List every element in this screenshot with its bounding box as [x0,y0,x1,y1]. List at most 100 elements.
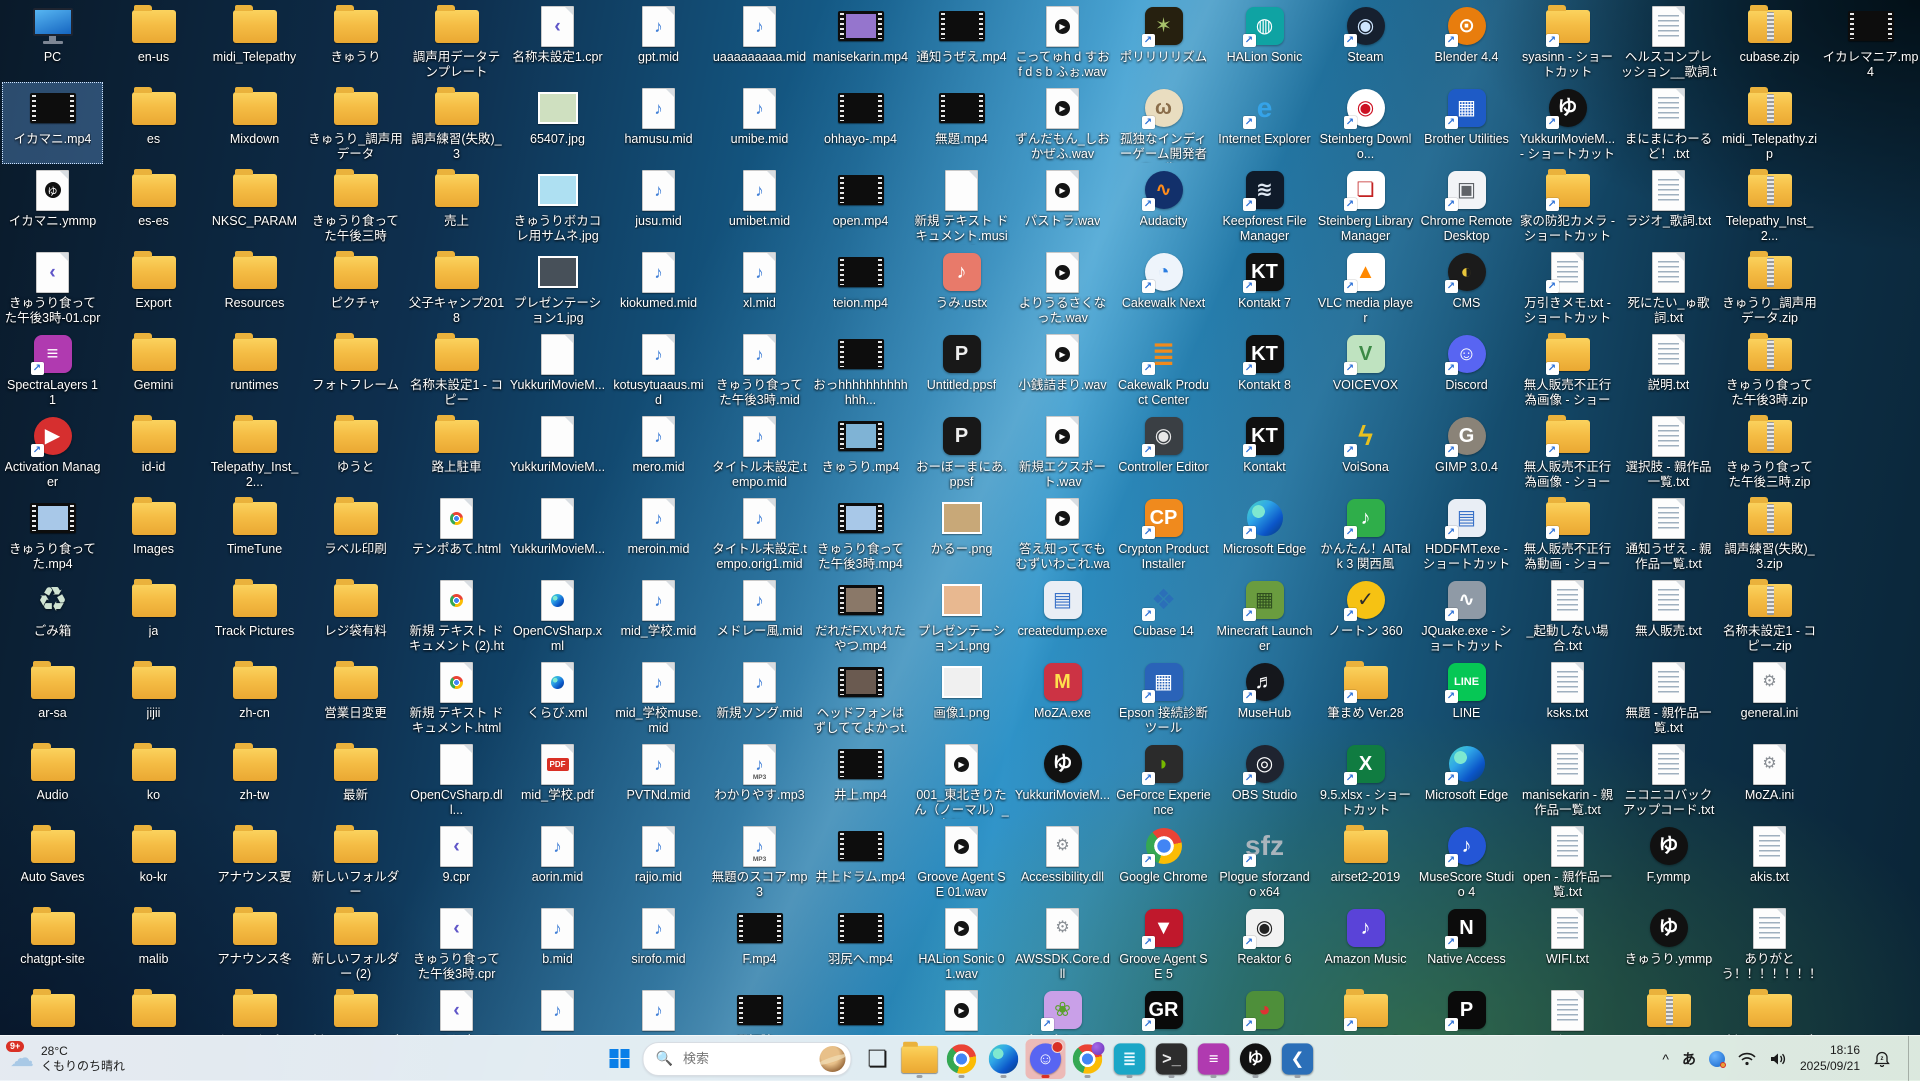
desktop-icon[interactable]: cubase.zip [1719,0,1820,82]
desktop-icon[interactable]: ⚙Accessibility.dll [1012,820,1113,902]
desktop-icon[interactable]: ◉↗Steinberg Downlo... [1315,82,1416,164]
desktop-icon[interactable]: ◍↗HALion Sonic [1214,0,1315,82]
desktop-icon[interactable]: プレゼンテーション1.jpg [507,246,608,328]
taskbar-app-yukkuri-moviemaker[interactable]: ゆ [1236,1039,1276,1079]
desktop-icon[interactable]: KT↗Kontakt 7 [1214,246,1315,328]
desktop-icon[interactable]: ゆF.ymmp [1618,820,1719,902]
desktop-icon[interactable]: ゆうと [305,410,406,492]
desktop-icon[interactable]: ♬↗MuseHub [1214,656,1315,738]
desktop-icon[interactable]: zh-tw [204,738,305,820]
desktop-icon[interactable]: ↗...ショートカ [1315,984,1416,1035]
desktop-icon[interactable]: ♪mero.mid [608,410,709,492]
desktop-icon[interactable]: ω↗孤独なインディーゲーム開発者の一生... [1113,82,1214,164]
desktop-icon[interactable]: ♪タイトル未設定.tempo.orig1.mid [709,492,810,574]
desktop-icon[interactable]: ♪きゅうり食ってた午後3時.mid [709,328,810,410]
desktop-icon[interactable]: open - 親作品一覧.txt [1517,820,1618,902]
desktop-icon[interactable]: ◎↗OBS Studio [1214,738,1315,820]
desktop-icon[interactable]: ♪↗かんたん！AITalk 3 関西風 [1315,492,1416,574]
desktop-icon[interactable]: ↗万引きメモ.txt - ショートカット [1517,246,1618,328]
desktop-icon[interactable]: ラジオ_歌詞.txt [1618,164,1719,246]
desktop-icon[interactable]: MMoZA.exe [1012,656,1113,738]
desktop-icon[interactable]: お... [1517,984,1618,1035]
desktop-icon[interactable]: ◔↗Cakewalk Next [1113,246,1214,328]
desktop-icon[interactable]: きゅうり.mp4 [810,410,911,492]
desktop-icon[interactable]: ↗Microsoft Edge [1214,492,1315,574]
desktop-icon[interactable]: 新規 テキスト ドキュメント.html [406,656,507,738]
desktop-icon[interactable]: ♪mid_学校muse.mid [608,656,709,738]
taskbar-app-google-chrome[interactable] [942,1039,982,1079]
desktop-icon[interactable]: YukkuriMovieM... [507,410,608,492]
desktop-icon[interactable]: ▶こってゅh d すお f d s b ふぉ.wav [1012,0,1113,82]
desktop-icon[interactable]: ⚙general.ini [1719,656,1820,738]
desktop-icon[interactable]: 新しいフォルダー [305,820,406,902]
desktop-icon[interactable]: akis.txt [1719,820,1820,902]
desktop-icon[interactable] [103,984,204,1035]
desktop-icon[interactable]: ♪kotusytuaaus.mid [608,328,709,410]
desktop-icon[interactable]: ▤↗HDDFMT.exe - ショートカット [1416,492,1517,574]
desktop-icon[interactable]: 井上ドラム.mp4 [810,820,911,902]
desktop-icon[interactable]: 無題 - 親作品一覧.txt [1618,656,1719,738]
desktop-icon[interactable]: アナウンス冬 [204,902,305,984]
desktop-icon[interactable]: X↗9.5.xlsx - ショートカット [1315,738,1416,820]
desktop-icon[interactable]: ar-sa [2,656,103,738]
taskbar-app-chrome-profile[interactable] [1068,1039,1108,1079]
desktop-icon[interactable]: ▦↗Epson 接続診断ツール [1113,656,1214,738]
desktop-icon[interactable]: ▶HALion Sonic 01.wav [911,902,1012,984]
desktop-icon[interactable]: ∿↗JQuake.exe - ショートカット [1416,574,1517,656]
desktop-icon[interactable]: PC [2,0,103,82]
desktop-icon[interactable]: 売上 [406,164,507,246]
desktop-icon[interactable]: ♪MP3無題のスコア.mp3 [709,820,810,902]
desktop-icon[interactable]: sfz↗Plogue sforzando x64 [1214,820,1315,902]
desktop-icon[interactable]: ≡↗SpectraLayers 11 [2,328,103,410]
desktop-icon[interactable]: OpenCvSharp.xml [507,574,608,656]
desktop-icon[interactable]: WIFI.txt [1517,902,1618,984]
desktop-icon[interactable]: ‹名称未設定1.cpr [507,0,608,82]
desktop-icon[interactable]: ♻ごみ箱 [2,574,103,656]
desktop-icon[interactable]: Audio [2,738,103,820]
desktop-icon[interactable]: ゆYukkuriMovieM... [1012,738,1113,820]
tray-app-icon[interactable] [1709,1051,1725,1067]
desktop-icon[interactable]: ‹きゅうり食ってた午後... [406,984,507,1035]
desktop-icon[interactable]: きゅうり食ってた午後3時.mp4 [810,492,911,574]
desktop-icon[interactable]: 営業日変更 [305,656,406,738]
taskbar-app-cubase[interactable]: ❮ [1278,1039,1318,1079]
desktop-icon[interactable]: ♪b.mid [507,902,608,984]
taskbar-app-microsoft-edge[interactable] [984,1039,1024,1079]
desktop-icon[interactable]: ▦↗Brother Utilities [1416,82,1517,164]
desktop-icon[interactable]: G↗GIMP 3.0.4 [1416,410,1517,492]
desktop-icon[interactable]: open.mp4 [810,164,911,246]
desktop-icon[interactable]: ▶新規エクスポート.wav [1012,410,1113,492]
desktop-icon[interactable]: ↗無人販売不正行為画像 - ショートカッ... [1517,328,1618,410]
desktop-icon[interactable]: ▶小銭詰まり.wav [1012,328,1113,410]
desktop-icon[interactable]: ⚙MoZA.ini [1719,738,1820,820]
desktop-icon[interactable]: ◉↗Controller Editor [1113,410,1214,492]
desktop-icon[interactable]: ‹きゅうり食ってた午後3時.cpr [406,902,507,984]
desktop-icon[interactable]: ♪Amazon Music [1315,902,1416,984]
desktop-icon[interactable]: KT↗Kontakt [1214,410,1315,492]
desktop-icon[interactable]: ‹9.cpr [406,820,507,902]
desktop-icon[interactable]: 選択肢 - 親作品一覧.txt [1618,410,1719,492]
desktop-icon[interactable]: ▤createdump.exe [1012,574,1113,656]
desktop-icon[interactable]: ♪PVTNd.mid [608,738,709,820]
taskbar-app-discord[interactable]: ☺ [1026,1039,1066,1079]
desktop-icon[interactable]: ♪ [507,984,608,1035]
desktop-icon[interactable]: ♪jusu.mid [608,164,709,246]
desktop-icon[interactable]: P↗Piapro Studio NT2 [1416,984,1517,1035]
desktop-icon[interactable]: chatgpt-site [2,902,103,984]
desktop-icon[interactable]: _起動しない場合.txt [1517,574,1618,656]
taskbar-search[interactable]: 🔍 [643,1042,852,1076]
desktop-icon[interactable]: 説明.txt [1618,328,1719,410]
desktop-icon[interactable]: ↗筆まめ Ver.28 [1315,656,1416,738]
desktop-icon[interactable]: ▦↗Minecraft Launcher [1214,574,1315,656]
desktop-icon[interactable]: ⊙↗Blender 4.4 [1416,0,1517,82]
wifi-icon[interactable] [1738,1052,1756,1066]
desktop-icon[interactable]: ♪umibe.mid [709,82,810,164]
ime-mode-indicator[interactable]: あ [1682,1052,1696,1066]
desktop-icon[interactable]: 最新 [305,738,406,820]
taskbar-app-task-view[interactable]: ❏ [858,1039,898,1079]
desktop-icon[interactable]: ✶↗ポリリリリズム [1113,0,1214,82]
start-button[interactable] [603,1042,637,1076]
desktop-icon[interactable]: きゅうりボカコレ用サムネ.jpg [507,164,608,246]
desktop-icon[interactable]: きゅうり_調声用データ.zip [1719,246,1820,328]
desktop-icon[interactable]: ゆ↗YukkuriMovieM... - ショートカット [1517,82,1618,164]
